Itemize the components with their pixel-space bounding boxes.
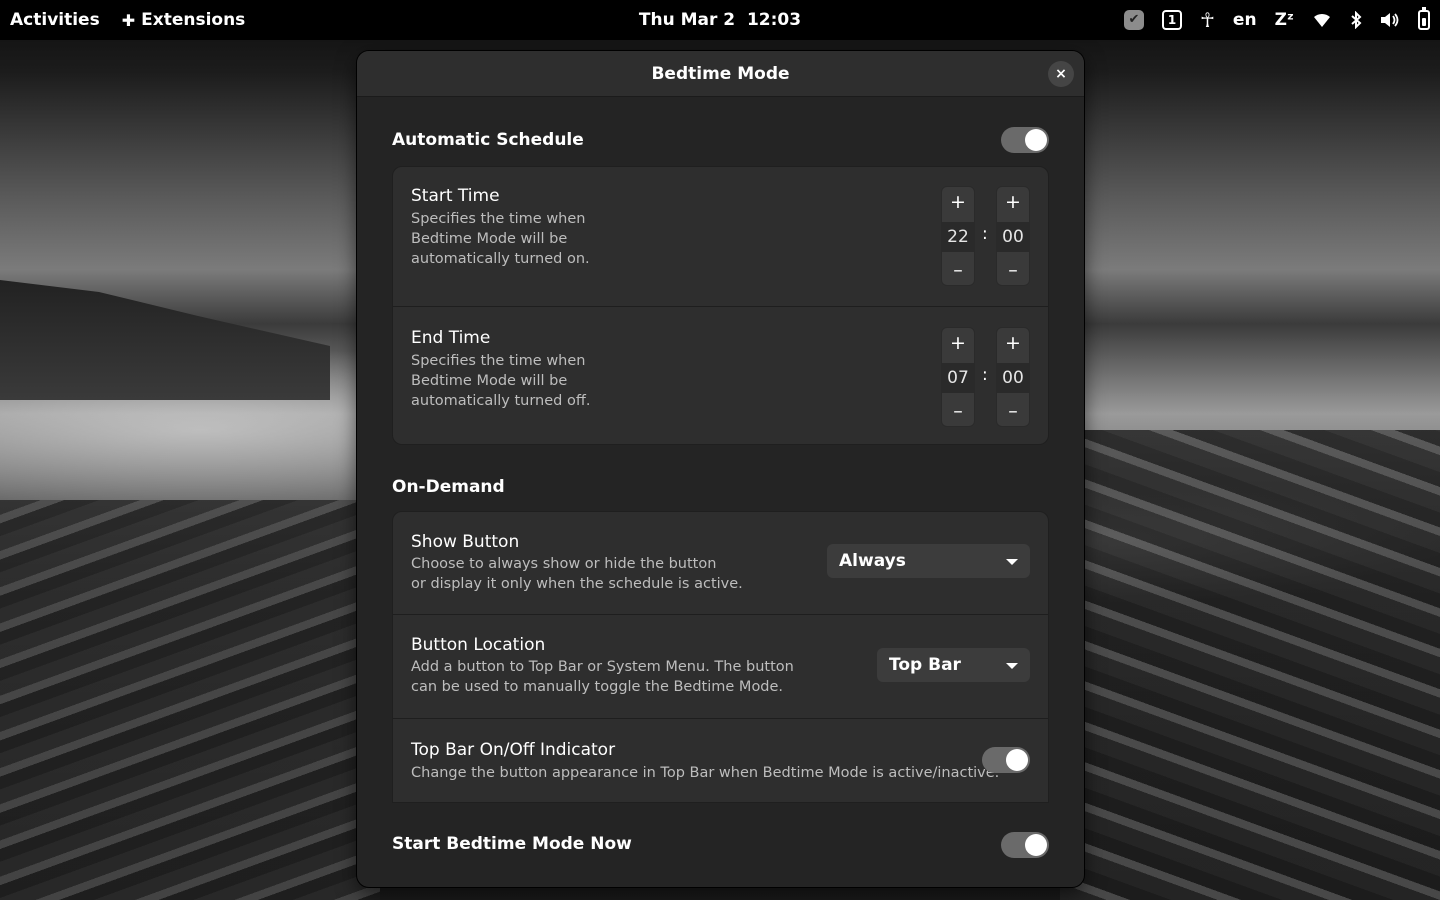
- end-hour-spinner: + 07 –: [941, 327, 975, 427]
- bedtime-mode-dialog: Bedtime Mode × Automatic Schedule Start …: [357, 51, 1084, 887]
- language-indicator[interactable]: en: [1233, 10, 1257, 30]
- show-button-title: Show Button: [411, 532, 520, 552]
- start-minute-value[interactable]: 00: [997, 222, 1029, 252]
- indicator-subtitle: Change the button appearance in Top Bar …: [411, 765, 1000, 781]
- button-location-dropdown[interactable]: Top Bar: [877, 648, 1030, 682]
- show-button-row: Show Button Choose to always show or hid…: [393, 512, 1048, 614]
- indicator-switch[interactable]: [982, 747, 1030, 773]
- end-time-separator: :: [982, 365, 988, 385]
- chevron-down-icon: [1006, 559, 1018, 565]
- top-bar: Activities ✚ Extensions Thu Mar 2 12:03 …: [0, 0, 1440, 40]
- start-hour-decrement[interactable]: –: [942, 255, 974, 285]
- end-hour-decrement[interactable]: –: [942, 396, 974, 426]
- start-minute-spinner: + 00 –: [996, 186, 1030, 286]
- start-hour-increment[interactable]: +: [942, 187, 974, 217]
- sleep-icon[interactable]: Zᶻ: [1275, 10, 1294, 30]
- check-icon[interactable]: ✔: [1124, 10, 1144, 30]
- show-button-value: Always: [839, 551, 906, 571]
- clock-button[interactable]: Thu Mar 2 12:03: [639, 10, 801, 30]
- wifi-icon[interactable]: [1312, 12, 1332, 28]
- workspace-indicator[interactable]: 1: [1162, 10, 1182, 30]
- bluetooth-icon[interactable]: [1350, 11, 1362, 29]
- end-hour-value[interactable]: 07: [942, 363, 974, 393]
- start-minute-decrement[interactable]: –: [997, 255, 1029, 285]
- volume-icon[interactable]: [1380, 11, 1400, 29]
- activities-button[interactable]: Activities: [10, 10, 100, 30]
- chevron-down-icon: [1006, 663, 1018, 669]
- end-time-title: End Time: [411, 328, 491, 348]
- button-location-subtitle: Add a button to Top Bar or System Menu. …: [411, 659, 794, 695]
- battery-icon[interactable]: [1418, 7, 1430, 30]
- top-bar-left: Activities ✚ Extensions: [10, 0, 267, 40]
- extensions-button[interactable]: ✚ Extensions: [122, 10, 246, 30]
- accessibility-icon[interactable]: ☥: [1200, 8, 1215, 32]
- end-time-row: End Time Specifies the time when Bedtime…: [393, 306, 1048, 444]
- start-hour-value[interactable]: 22: [942, 222, 974, 252]
- end-minute-spinner: + 00 –: [996, 327, 1030, 427]
- wallpaper-rocks-right: [1060, 430, 1440, 900]
- system-tray: ✔ 1 ☥ en Zᶻ: [1106, 0, 1430, 40]
- show-button-subtitle: Choose to always show or hide the button…: [411, 556, 743, 592]
- start-hour-spinner: + 22 –: [941, 186, 975, 286]
- start-time-separator: :: [982, 224, 988, 244]
- on-demand-heading: On-Demand: [392, 477, 505, 497]
- end-hour-increment[interactable]: +: [942, 328, 974, 358]
- dialog-header: Bedtime Mode ×: [357, 51, 1084, 97]
- on-demand-card: Show Button Choose to always show or hid…: [392, 511, 1049, 803]
- end-minute-value[interactable]: 00: [997, 363, 1029, 393]
- indicator-title: Top Bar On/Off Indicator: [411, 740, 616, 760]
- indicator-row: Top Bar On/Off Indicator Change the butt…: [393, 718, 1048, 802]
- start-time-subtitle: Specifies the time when Bedtime Mode wil…: [411, 211, 590, 267]
- switch-knob: [1006, 749, 1028, 771]
- schedule-card: Start Time Specifies the time when Bedti…: [392, 166, 1049, 445]
- start-time-title: Start Time: [411, 186, 500, 206]
- start-now-label: Start Bedtime Mode Now: [392, 834, 632, 854]
- extensions-label: Extensions: [141, 10, 246, 30]
- dialog-title: Bedtime Mode: [651, 63, 790, 84]
- close-button[interactable]: ×: [1048, 61, 1074, 87]
- switch-knob: [1025, 129, 1047, 151]
- button-location-value: Top Bar: [889, 655, 961, 675]
- automatic-schedule-switch[interactable]: [1001, 127, 1049, 153]
- wallpaper-cliff: [0, 280, 330, 400]
- end-minute-increment[interactable]: +: [997, 328, 1029, 358]
- switch-knob: [1025, 834, 1047, 856]
- button-location-row: Button Location Add a button to Top Bar …: [393, 614, 1048, 718]
- automatic-schedule-heading: Automatic Schedule: [392, 130, 584, 150]
- end-minute-decrement[interactable]: –: [997, 396, 1029, 426]
- button-location-title: Button Location: [411, 635, 546, 655]
- wallpaper-rocks-left: [0, 500, 380, 900]
- start-time-row: Start Time Specifies the time when Bedti…: [393, 167, 1048, 306]
- show-button-dropdown[interactable]: Always: [827, 544, 1030, 578]
- start-now-switch[interactable]: [1001, 832, 1049, 858]
- end-time-subtitle: Specifies the time when Bedtime Mode wil…: [411, 353, 591, 409]
- start-minute-increment[interactable]: +: [997, 187, 1029, 217]
- puzzle-icon: ✚: [121, 10, 136, 30]
